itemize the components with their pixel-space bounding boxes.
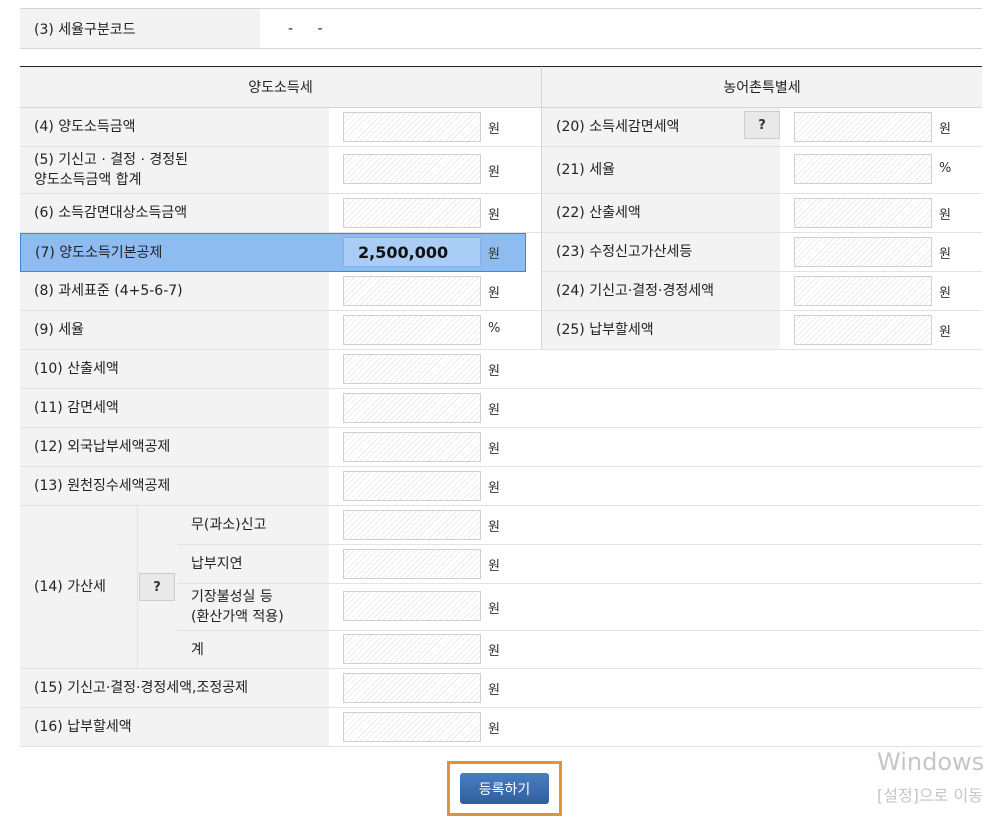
windows-watermark-title: Windows: [877, 748, 985, 776]
row-label-7: (7) 양도소득기본공제: [35, 244, 163, 261]
row-value-cell-5: 원: [329, 147, 541, 194]
unit-percent: %: [488, 321, 501, 336]
penalty-sub-cell-1: 원: [329, 506, 982, 545]
right-row-value-cell-21: %: [780, 147, 982, 194]
right-row-value-cell-25: 원: [780, 311, 982, 350]
input-penalty-late-payment[interactable]: [343, 549, 481, 579]
unit-won: 원: [939, 286, 951, 301]
row-value-cell-12: 원: [329, 428, 982, 467]
right-row-label-22: (22) 산출세액: [541, 194, 780, 233]
unit-won: 원: [488, 165, 500, 180]
input-special-tax-rate[interactable]: [794, 154, 932, 184]
rural-special-tax-header: 농어촌특별세: [541, 66, 982, 108]
input-tax-rate[interactable]: [343, 315, 481, 345]
input-reduced-tax[interactable]: [343, 393, 481, 423]
input-calculated-tax[interactable]: [343, 354, 481, 384]
unit-won: 원: [488, 481, 500, 496]
row-label-15: (15) 기신고·결정·경정세액,조정공제: [20, 669, 329, 708]
right-row-label-21: (21) 세율: [541, 147, 780, 194]
right-row-value-cell-23: 원: [780, 233, 982, 272]
input-penalty-underreport[interactable]: [343, 510, 481, 540]
unit-won: 원: [488, 122, 500, 137]
penalty-help-cell: ?: [137, 506, 177, 669]
row-value-cell-9: %: [329, 311, 541, 350]
penalty-sub-label-4: 계: [177, 631, 329, 669]
row-value-cell-8: 원: [329, 272, 541, 311]
unit-won: 원: [488, 286, 500, 301]
row-label-13: (13) 원천징수세액공제: [20, 467, 329, 506]
unit-won: 원: [939, 122, 951, 137]
unit-won: 원: [488, 403, 500, 418]
right-row-label-24: (24) 기신고·결정·경정세액: [541, 272, 780, 311]
penalty-sub-cell-4: 원: [329, 631, 982, 669]
row-label-11: (11) 감면세액: [20, 389, 329, 428]
capital-gains-tax-header: 양도소득세: [20, 66, 541, 108]
windows-watermark-subtitle: [설정]으로 이동: [877, 786, 983, 805]
row-label-6: (6) 소득감면대상소득금액: [20, 194, 329, 233]
penalty-sub-cell-3: 원: [329, 584, 982, 631]
penalty-help-button[interactable]: ?: [139, 573, 175, 601]
unit-won: 원: [488, 722, 500, 737]
row-label-10: (10) 산출세액: [20, 350, 329, 389]
row-value-cell-11: 원: [329, 389, 982, 428]
input-special-prior-tax[interactable]: [794, 276, 932, 306]
unit-percent: %: [939, 161, 952, 176]
unit-won: 원: [488, 602, 500, 617]
register-button[interactable]: 등록하기: [460, 773, 549, 804]
input-amended-penalty[interactable]: [794, 237, 932, 267]
unit-won: 원: [939, 208, 951, 223]
unit-won: 원: [488, 442, 500, 457]
unit-won: 원: [488, 644, 500, 659]
tax-code-row: (3) 세율구분코드 - -: [20, 8, 982, 49]
input-tax-payable[interactable]: [343, 712, 481, 742]
unit-won: 원: [488, 247, 500, 262]
right-row-value-cell-24: 원: [780, 272, 982, 311]
input-transfer-income[interactable]: [343, 112, 481, 142]
input-tax-base[interactable]: [343, 276, 481, 306]
input-penalty-bookkeeping[interactable]: [343, 591, 481, 621]
input-basic-deduction[interactable]: 2,500,000: [343, 237, 481, 267]
penalty-sub-label-2: 납부지연: [177, 545, 329, 584]
unit-won: 원: [939, 247, 951, 262]
penalty-sub-label-3: 기장불성실 등 (환산가액 적용): [177, 584, 329, 631]
row-label-9: (9) 세율: [20, 311, 329, 350]
right-row-label-23: (23) 수정신고가산세등: [541, 233, 780, 272]
row-label-4: (4) 양도소득금액: [20, 108, 329, 147]
unit-won: 원: [488, 364, 500, 379]
unit-won: 원: [488, 208, 500, 223]
right-row-value-cell-22: 원: [780, 194, 982, 233]
row-value-cell-4: 원: [329, 108, 541, 147]
input-prior-transfer-income-total[interactable]: [343, 154, 481, 184]
income-tax-reduction-help-button[interactable]: ?: [744, 111, 780, 139]
input-prior-tax-adjustment[interactable]: [343, 673, 481, 703]
row-value-cell-10: 원: [329, 350, 982, 389]
penalty-sub-label-1: 무(과소)신고: [177, 506, 329, 545]
right-row-value-cell-20: 원: [780, 108, 982, 147]
row-value-cell-15: 원: [329, 669, 982, 708]
unit-won: 원: [488, 559, 500, 574]
unit-won: 원: [939, 325, 951, 340]
tax-code-label: (3) 세율구분코드: [20, 9, 260, 48]
input-withholding-tax-credit[interactable]: [343, 471, 481, 501]
tax-code-value: - -: [288, 20, 333, 37]
submit-highlight: 등록하기: [447, 761, 562, 816]
row-label-12: (12) 외국납부세액공제: [20, 428, 329, 467]
input-income-tax-reduction[interactable]: [794, 112, 932, 142]
row-label-16: (16) 납부할세액: [20, 708, 329, 747]
input-special-calculated-tax[interactable]: [794, 198, 932, 228]
row-label-5: (5) 기신고 · 결정 · 경정된 양도소득금액 합계: [20, 147, 329, 194]
input-foreign-tax-credit[interactable]: [343, 432, 481, 462]
input-special-tax-payable[interactable]: [794, 315, 932, 345]
row-label-8: (8) 과세표준 (4+5-6-7): [20, 272, 329, 311]
unit-won: 원: [488, 520, 500, 535]
row-value-cell-13: 원: [329, 467, 982, 506]
unit-won: 원: [488, 683, 500, 698]
right-row-label-25: (25) 납부할세액: [541, 311, 780, 350]
penalty-sub-cell-2: 원: [329, 545, 982, 584]
row-value-cell-16: 원: [329, 708, 982, 747]
row-value-cell-6: 원: [329, 194, 541, 233]
input-reduction-income[interactable]: [343, 198, 481, 228]
penalty-tax-label: (14) 가산세: [20, 506, 137, 669]
input-penalty-total[interactable]: [343, 634, 481, 664]
